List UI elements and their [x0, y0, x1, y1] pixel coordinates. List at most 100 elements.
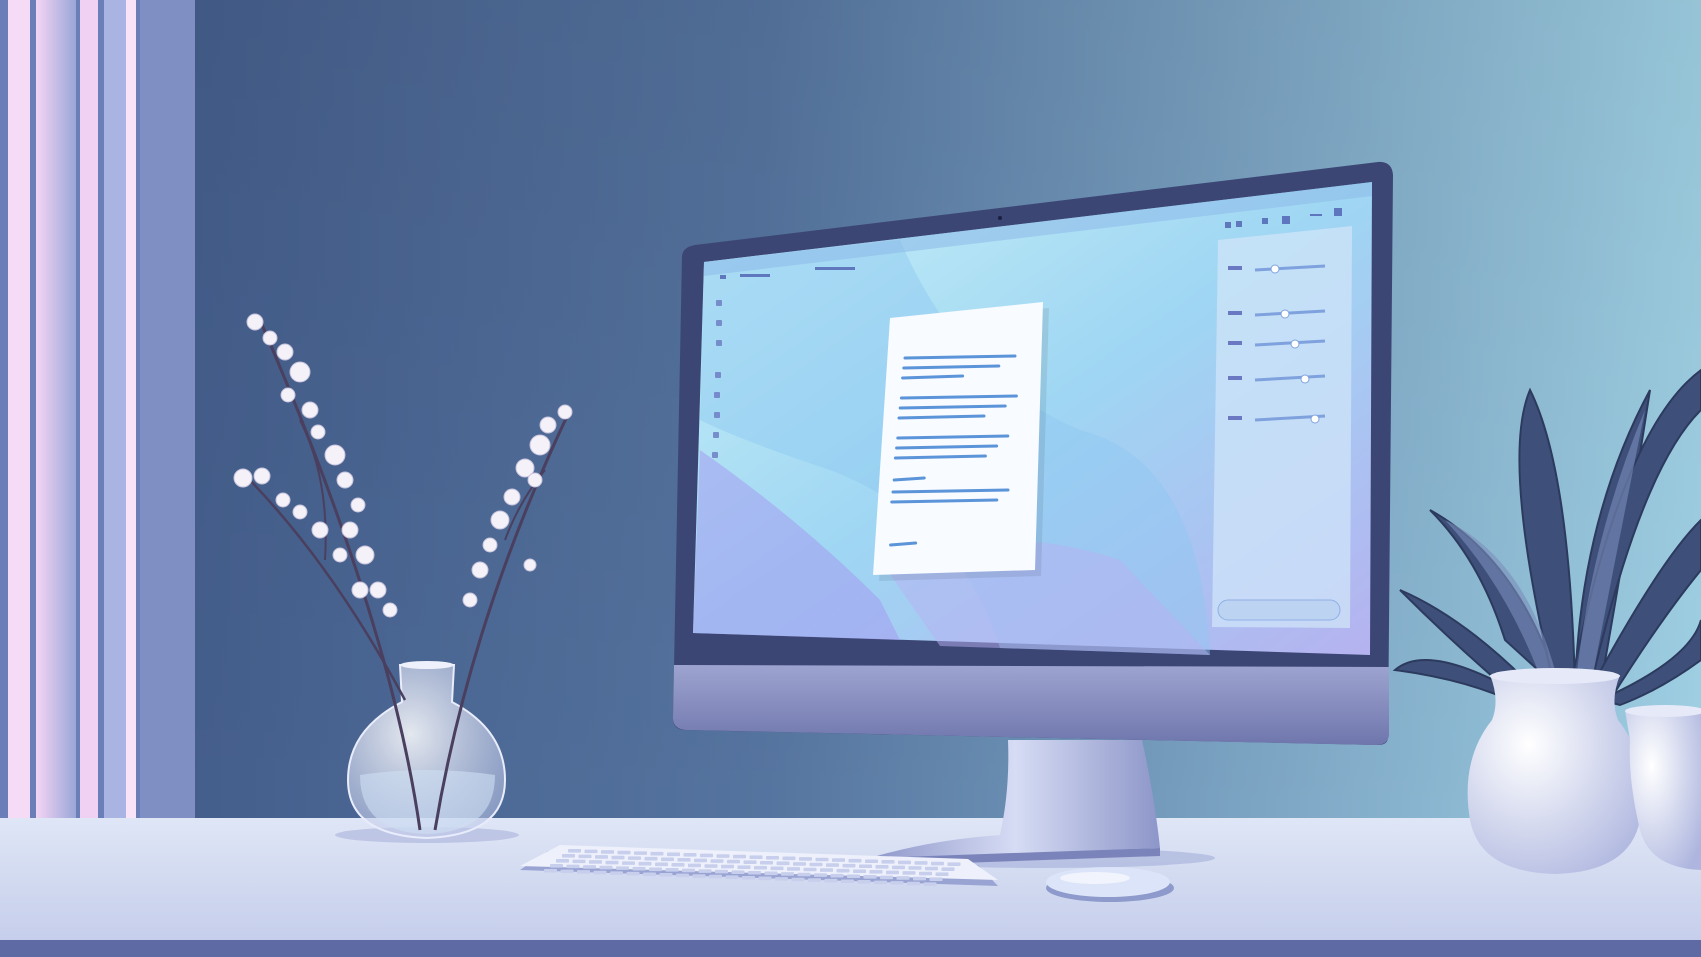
panel-slider-knob[interactable]	[1300, 374, 1310, 384]
keyboard-key	[913, 876, 926, 881]
keyboard-key	[721, 864, 734, 869]
keyboard-key	[727, 859, 740, 864]
keyboard-key	[766, 855, 779, 860]
document-text-line	[903, 354, 1017, 360]
keyboard-key	[803, 867, 817, 872]
keyboard-key	[659, 873, 673, 877]
keyboard-key	[737, 865, 751, 869]
keyboard-key	[700, 853, 713, 858]
keyboard-key	[898, 860, 911, 865]
mouse	[1046, 867, 1174, 902]
document-text-line	[891, 488, 1010, 494]
panel-slider-knob[interactable]	[1290, 339, 1300, 349]
scene	[0, 0, 1701, 957]
document-text-line	[892, 476, 926, 482]
keyboard-key	[599, 865, 613, 870]
keyboard-key	[643, 872, 656, 877]
keyboard-key	[671, 863, 685, 867]
keyboard-key	[644, 856, 658, 861]
desk-edge	[0, 940, 1701, 957]
document-text-line	[899, 394, 1018, 400]
keyboard-key	[566, 864, 580, 869]
panel-slider-knob[interactable]	[1280, 309, 1290, 319]
keyboard-key	[896, 876, 910, 880]
keyboard-key	[787, 867, 800, 871]
document-text-line	[889, 541, 918, 547]
keyboard-key	[758, 876, 772, 881]
screen-side-panel	[1212, 226, 1352, 628]
panel-slider-label	[1228, 311, 1242, 315]
keyboard-key	[649, 867, 662, 872]
scene-svg	[0, 0, 1701, 957]
keyboard-key	[842, 863, 856, 868]
keyboard-key	[595, 855, 608, 859]
keyboard-key	[859, 864, 872, 869]
keyboard-key	[676, 873, 689, 878]
keyboard-key	[836, 868, 850, 873]
document-text-line	[898, 404, 1007, 410]
keyboard-key	[776, 861, 790, 866]
panel-slider-label	[1228, 376, 1242, 380]
keyboard-key	[826, 863, 839, 867]
keyboard-key	[611, 855, 625, 860]
document-text-line	[890, 498, 999, 504]
keyboard-key	[688, 863, 701, 868]
document-text-line	[893, 454, 987, 460]
keyboard-key	[682, 868, 695, 873]
keyboard-key	[632, 866, 646, 871]
keyboard-key	[808, 878, 821, 882]
keyboard-key	[650, 851, 664, 856]
keyboard-key	[947, 862, 961, 866]
keyboard-key	[560, 869, 574, 874]
panel-slider-knob[interactable]	[1310, 414, 1320, 424]
keyboard-key	[622, 861, 635, 865]
keyboard-key	[725, 875, 739, 879]
keyboard-key	[698, 869, 712, 873]
panel-slider-knob[interactable]	[1270, 264, 1280, 274]
keyboard-key	[733, 854, 746, 859]
keyboard-key	[616, 866, 629, 870]
keyboard-key	[781, 872, 794, 876]
document-text-line	[895, 444, 999, 450]
keyboard-key	[589, 860, 602, 864]
keyboard-key	[892, 865, 905, 870]
keyboard-key	[692, 874, 706, 878]
keyboard-key	[742, 875, 755, 880]
keyboard-key	[593, 870, 607, 875]
monitor	[673, 161, 1393, 745]
keyboard-key	[626, 871, 640, 876]
keyboard-key	[715, 869, 728, 874]
document-text-line	[901, 374, 965, 380]
keyboard-key	[830, 873, 844, 878]
keyboard-key	[764, 871, 778, 876]
keyboard-key	[925, 866, 938, 871]
keyboard-key	[814, 873, 827, 877]
keyboard-key	[683, 853, 697, 857]
keyboard-key	[731, 870, 745, 874]
keyboard-key	[841, 879, 854, 884]
keyboard-key	[914, 861, 928, 865]
keyboard-key	[601, 850, 614, 854]
keyboard-key	[791, 877, 805, 882]
keyboard-key	[550, 864, 563, 868]
window-light	[0, 0, 195, 830]
keyboard-key	[931, 861, 944, 866]
keyboard-key	[832, 858, 845, 862]
keyboard-key	[562, 854, 575, 858]
keyboard-key	[929, 877, 943, 881]
keyboard-key	[667, 852, 680, 857]
keyboard-key	[710, 859, 724, 863]
keyboard-key	[638, 861, 652, 866]
panel-slider-label	[1228, 416, 1242, 420]
keyboard-key	[923, 882, 937, 886]
keyboard-key	[886, 870, 899, 875]
keyboard-key	[863, 875, 877, 879]
keyboard-key	[847, 874, 860, 879]
document-text-line	[902, 364, 1001, 370]
keyboard-key	[848, 858, 862, 863]
desk	[0, 818, 1701, 957]
keyboard-key	[815, 857, 829, 862]
keyboard-key	[628, 856, 641, 860]
keyboard-key	[770, 866, 784, 871]
keyboard-key	[902, 871, 916, 875]
